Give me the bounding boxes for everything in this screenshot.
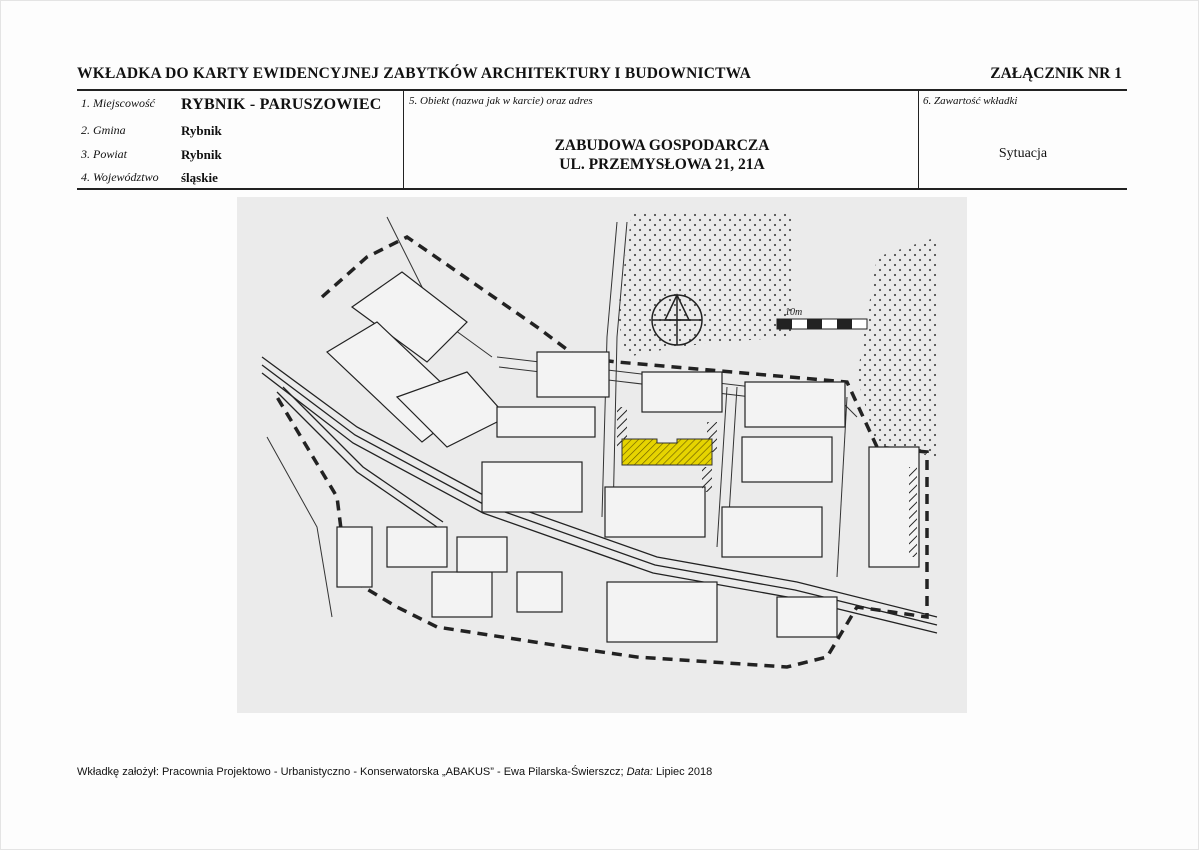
county-value: Rybnik	[181, 147, 222, 162]
county-label: 3. Powiat	[81, 147, 128, 161]
situation-map: 10m	[237, 197, 967, 713]
commune-label: 2. Gmina	[81, 123, 126, 137]
top-rule	[77, 89, 1127, 91]
bottom-rule	[77, 188, 1127, 190]
content-value: Sytuacja	[998, 146, 1048, 161]
scale-label: 10m	[785, 307, 802, 318]
commune-value: Rybnik	[181, 123, 222, 138]
footer-date-label: Data:	[626, 766, 653, 778]
object-address: UL. PRZEMYSŁOWA 21, 21A	[559, 156, 765, 173]
object-label: 5. Obiekt (nazwa jak w karcie) oraz adre…	[409, 95, 593, 107]
footer-date: Lipiec 2018	[655, 766, 713, 778]
object-name: ZABUDOWA GOSPODARCZA	[554, 137, 770, 154]
voivodeship-value: śląskie	[181, 170, 218, 185]
document-title: WKŁADKA DO KARTY EWIDENCYJNEJ ZABYTKÓW A…	[77, 65, 752, 82]
voivodeship-label: 4. Województwo	[81, 170, 159, 184]
annex-number: ZAŁĄCZNIK NR 1	[990, 65, 1122, 82]
locality-value: RYBNIK - PARUSZOWIEC	[181, 96, 382, 113]
locality-label: 1. Miejscowość	[81, 96, 155, 110]
dotted-area-upper	[617, 212, 792, 357]
north-arrow-icon	[651, 293, 703, 346]
footer-author: Wkładkę założył: Pracownia Projektowo - …	[77, 766, 624, 778]
page: WKŁADKA DO KARTY EWIDENCYJNEJ ZABYTKÓW A…	[0, 0, 1199, 850]
content-label: 6. Zawartość wkładki	[923, 95, 1018, 107]
highlighted-building	[621, 438, 713, 466]
column-divider-1	[403, 90, 404, 189]
site-plan-drawing: 10m	[237, 197, 967, 713]
footer: Wkładkę założył: Pracownia Projektowo - …	[77, 766, 712, 778]
